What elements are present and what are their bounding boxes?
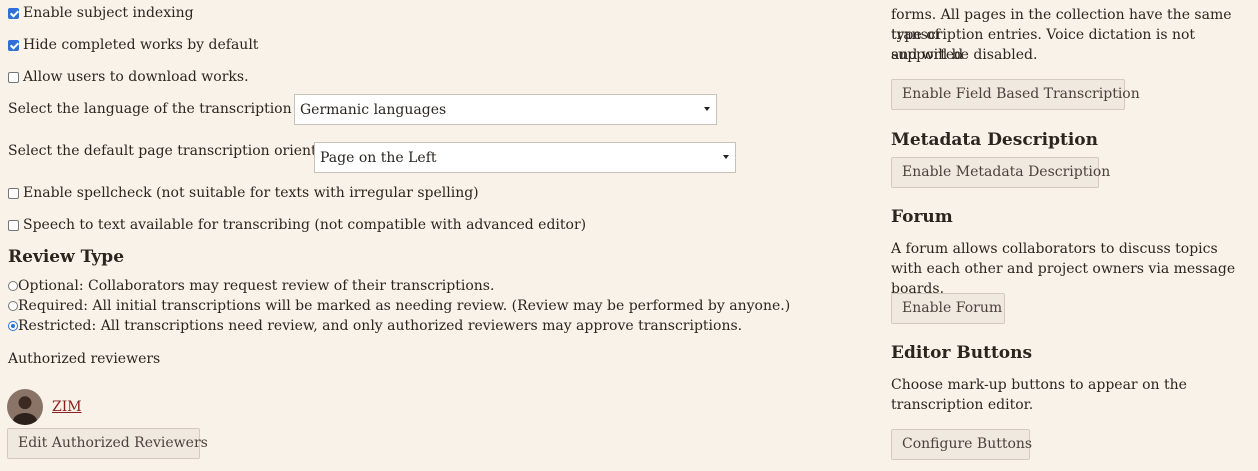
allow-download-label: Allow users to download works. — [23, 69, 249, 85]
editor-buttons-heading: Editor Buttons — [891, 343, 1033, 363]
chevron-down-icon — [723, 155, 729, 159]
review-type-heading: Review Type — [8, 247, 125, 267]
spellcheck-checkbox[interactable] — [8, 188, 19, 199]
enable-metadata-description-button[interactable]: Enable Metadata Description — [891, 157, 1110, 188]
field-based-description-3: and will be disabled. — [891, 47, 1038, 63]
edit-authorized-reviewers-button[interactable]: Edit Authorized Reviewers — [7, 428, 208, 459]
authorized-reviewers-label: Authorized reviewers — [8, 351, 161, 367]
chevron-down-icon — [704, 107, 710, 111]
avatar — [7, 389, 43, 425]
hide-completed-label: Hide completed works by default — [23, 37, 259, 53]
speech-to-text-label: Speech to text available for transcribin… — [23, 217, 587, 233]
forum-description: A forum allows collaborators to discuss … — [891, 241, 1236, 297]
subject-indexing-checkbox[interactable] — [8, 8, 19, 19]
orientation-label: Select the default page transcription or… — [8, 143, 353, 159]
review-optional-label: Optional: Collaborators may request revi… — [18, 278, 495, 294]
subject-indexing-label: Enable subject indexing — [23, 5, 194, 21]
language-label: Select the language of the transcription… — [8, 101, 324, 117]
hide-completed-checkbox[interactable] — [8, 40, 19, 51]
enable-forum-button[interactable]: Enable Forum — [891, 293, 1005, 324]
forum-heading: Forum — [891, 207, 953, 227]
metadata-description-heading: Metadata Description — [891, 130, 1098, 150]
language-select-value: Germanic languages — [300, 102, 447, 118]
reviewer-link[interactable]: ZIM — [52, 397, 82, 417]
review-optional-radio[interactable] — [8, 281, 18, 291]
review-restricted-label: Restricted: All transcriptions need revi… — [18, 318, 743, 334]
review-required-radio[interactable] — [8, 301, 18, 311]
orientation-select-value: Page on the Left — [320, 150, 437, 166]
spellcheck-label: Enable spellcheck (not suitable for text… — [23, 185, 479, 201]
configure-buttons-button[interactable]: Configure Buttons — [891, 429, 1032, 460]
review-restricted-radio[interactable] — [8, 321, 18, 331]
enable-field-based-transcription-button[interactable]: Enable Field Based Transcription — [891, 79, 1140, 110]
language-select[interactable]: Germanic languages — [294, 94, 717, 125]
allow-download-checkbox[interactable] — [8, 72, 19, 83]
review-required-label: Required: All initial transcriptions wil… — [18, 298, 791, 314]
orientation-select[interactable]: Page on the Left — [314, 142, 736, 173]
speech-to-text-checkbox[interactable] — [8, 220, 19, 231]
editor-buttons-description: Choose mark-up buttons to appear on the … — [891, 377, 1187, 413]
